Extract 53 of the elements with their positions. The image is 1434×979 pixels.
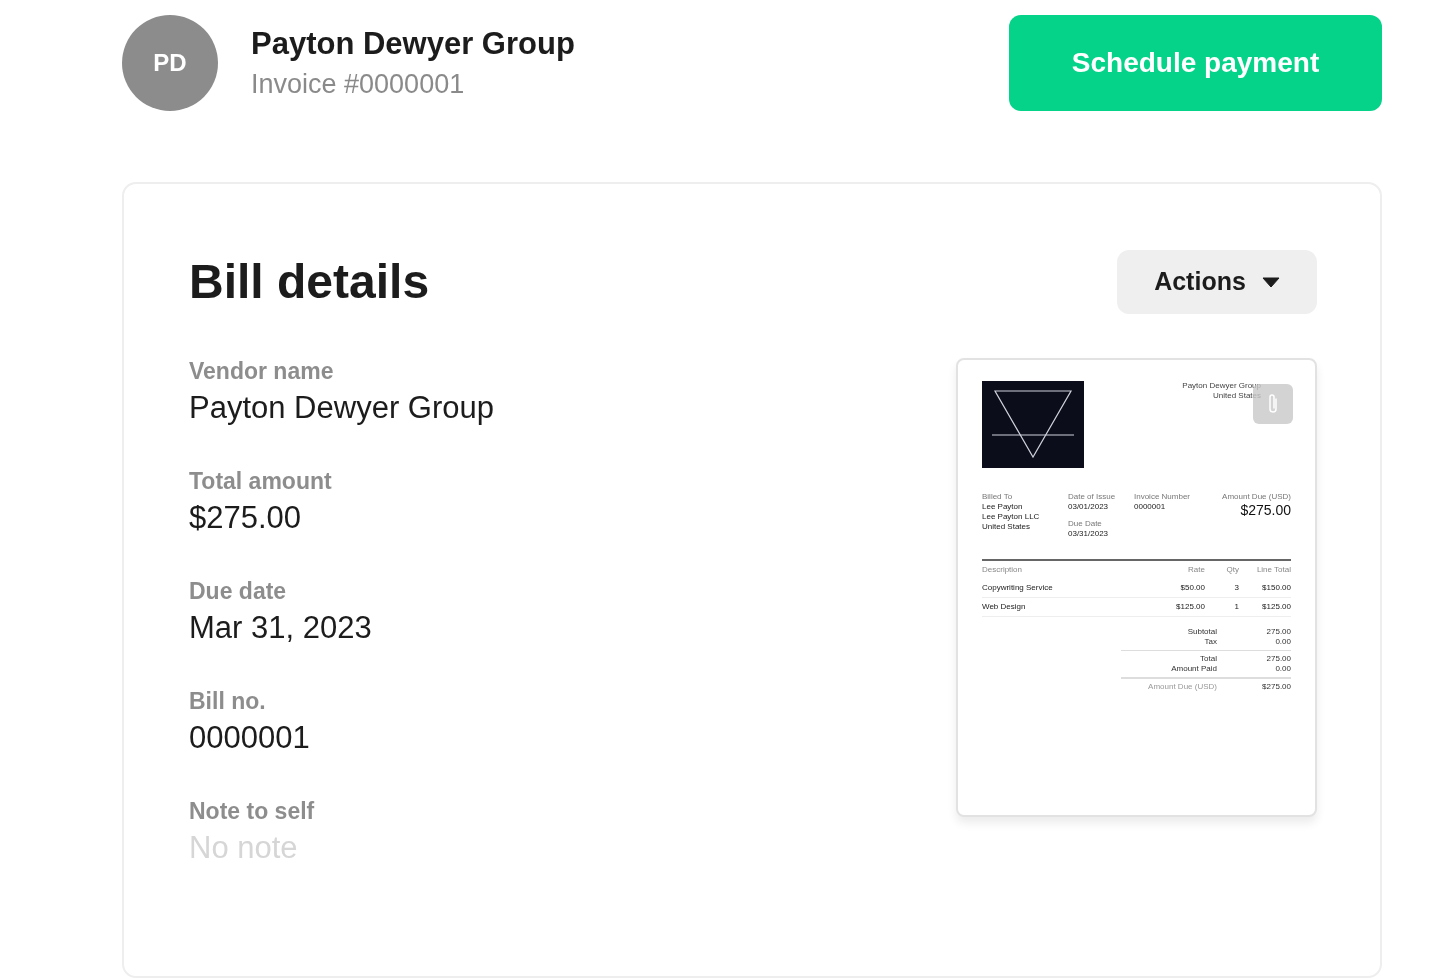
totals-value: 275.00 — [1265, 654, 1291, 664]
totals-label: Total — [1199, 654, 1218, 664]
doc-label: Due Date — [1068, 519, 1103, 529]
doc-label: Billed To — [982, 492, 1014, 502]
field-label: Due date — [189, 577, 288, 606]
doc-text: Lee Payton LLC — [982, 512, 1041, 522]
doc-text: 03/01/2023 — [1068, 502, 1110, 512]
doc-text: 0000001 — [1134, 502, 1167, 512]
totals-value: 0.00 — [1274, 664, 1291, 674]
field-label: Bill no. — [189, 687, 267, 716]
totals-value: $275.00 — [1261, 682, 1291, 692]
column-header: Description — [982, 565, 1023, 575]
field-value: 0000001 — [189, 719, 311, 757]
column-header: Line Total — [1255, 565, 1291, 575]
avatar: PD — [122, 15, 218, 111]
doc-label: Invoice Number — [1134, 492, 1191, 502]
caret-icon — [1261, 276, 1280, 288]
card-title: Bill details — [189, 254, 430, 310]
vendor-title: Payton Dewyer Group — [251, 25, 575, 63]
triangle-logo-icon — [982, 381, 1084, 468]
field-label: Total amount — [189, 467, 333, 496]
totals-value: 0.00 — [1274, 637, 1291, 647]
doc-label: Date of Issue — [1068, 492, 1117, 502]
totals-label: Amount Paid — [1170, 664, 1218, 674]
actions-button[interactable]: Actions — [1117, 250, 1317, 314]
field-value: Payton Dewyer Group — [189, 389, 495, 427]
field-label: Note to self — [189, 797, 316, 826]
doc-text: United States — [982, 522, 1032, 532]
doc-text: 03/31/2023 — [1068, 529, 1110, 539]
column-header: Rate — [1187, 565, 1205, 575]
table-cell-text: Copywriting Service — [982, 583, 1054, 593]
sender-line: Payton Dewyer Group — [1182, 381, 1261, 391]
totals-value: 275.00 — [1265, 627, 1291, 637]
invoice-number: Invoice #0000001 — [251, 68, 466, 101]
field-label: Vendor name — [189, 357, 335, 386]
totals-label: Subtotal — [1186, 627, 1218, 637]
table-cell-text: 1 — [1233, 602, 1239, 612]
column-header: Qty — [1225, 565, 1239, 575]
table-cell-text: Web Design — [982, 602, 1027, 612]
totals-label: Amount Due (USD) — [1147, 682, 1218, 692]
table-cell-text: $125.00 — [1261, 602, 1291, 612]
table-cell-text: 3 — [1233, 583, 1239, 593]
amount-due: $275.00 — [1240, 502, 1291, 518]
table-cell-text: $50.00 — [1179, 583, 1205, 593]
doc-label: Amount Due (USD) — [1222, 492, 1291, 502]
field-value: $275.00 — [189, 499, 303, 537]
table-cell-text: $150.00 — [1261, 583, 1291, 593]
totals-label: Tax — [1203, 637, 1218, 647]
table-cell-text: $125.00 — [1175, 602, 1205, 612]
field-value: Mar 31, 2023 — [189, 609, 373, 647]
paperclip-icon — [1267, 393, 1279, 415]
invoice-document[interactable] — [956, 358, 1317, 817]
doc-text: Lee Payton — [982, 502, 1024, 512]
